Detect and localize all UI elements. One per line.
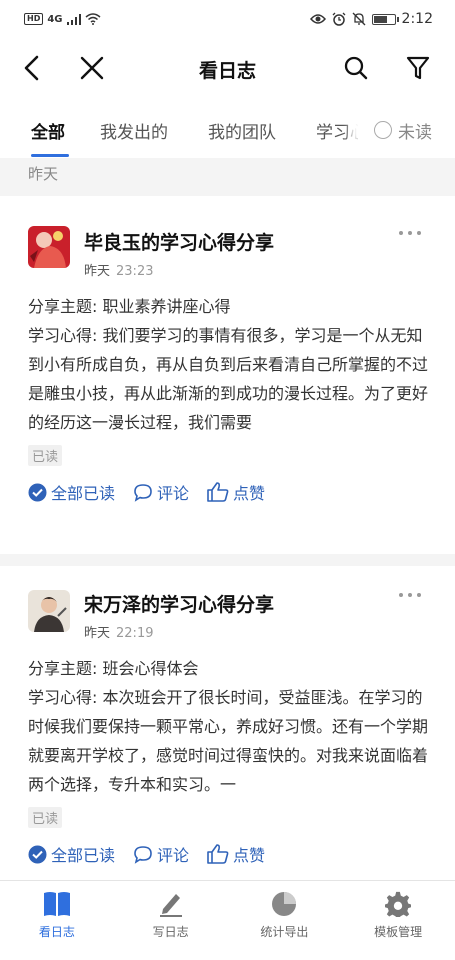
gear-icon [385, 891, 412, 917]
topic-value: 职业素养讲座心得 [102, 297, 231, 316]
thumbs-up-icon [207, 482, 229, 502]
status-bar-left: HD 4G [24, 13, 101, 25]
nav-view-logs-label: 看日志 [38, 925, 75, 939]
chevron-left-icon [24, 55, 39, 81]
unread-filter-label: 未读 [398, 122, 432, 143]
clock: 2:12 [401, 11, 433, 27]
eye-icon [309, 14, 326, 24]
post-topic: 分享主题: 职业素养讲座心得 [28, 292, 428, 321]
pencil-icon [159, 894, 182, 917]
check-circle-icon [28, 483, 47, 501]
all-read-label: 全部已读 [51, 846, 116, 865]
post-body[interactable]: 分享主题: 职业素养讲座心得 学习心得: 我们要学习的事情有很多，学习是一个从无… [28, 292, 428, 437]
post-content: 学习心得: 我们要学习的事情有很多，学习是一个从无知到小有所成自负，再从自负到后… [28, 321, 428, 437]
nav-statistics-export[interactable]: 统计导出 [228, 881, 342, 960]
comment-button[interactable]: 评论 [133, 842, 189, 866]
status-bar: HD 4G 2:12 [0, 0, 455, 38]
back-button[interactable] [16, 52, 48, 84]
like-label: 点赞 [233, 484, 266, 503]
post-day: 昨天 [84, 626, 111, 641]
topic-value: 班会心得体会 [102, 659, 199, 678]
tab-all[interactable]: 全部 [31, 118, 65, 143]
signal-icon [66, 13, 81, 25]
topic-label: 分享主题: [28, 659, 98, 678]
comment-label: 评论 [157, 846, 190, 865]
post-topic: 分享主题: 班会心得体会 [28, 654, 428, 683]
comment-label: 评论 [157, 484, 190, 503]
nav-write-log[interactable]: 写日志 [114, 881, 228, 960]
post-clock: 22:19 [116, 626, 154, 641]
hd-indicator: HD [24, 13, 44, 25]
status-bar-right: 2:12 [309, 11, 433, 27]
post-day: 昨天 [84, 264, 111, 279]
title-bar: 看日志 [0, 38, 455, 98]
post-card[interactable]: 毕良玉的学习心得分享 昨天 23:23 分享主题: 职业素养讲座心得 学习心得: … [0, 196, 455, 554]
post-title[interactable]: 宋万泽的学习心得分享 [84, 590, 274, 617]
avatar[interactable] [28, 590, 70, 632]
card-divider [0, 554, 455, 566]
comment-button[interactable]: 评论 [133, 480, 189, 504]
nav-template-management[interactable]: 模板管理 [341, 881, 455, 960]
search-button[interactable] [340, 52, 372, 84]
wifi-icon [85, 13, 101, 25]
avatar[interactable] [28, 226, 70, 268]
comment-icon [134, 845, 152, 864]
content-label: 学习心得: [28, 688, 98, 707]
check-circle-icon [28, 845, 47, 863]
post-body[interactable]: 分享主题: 班会心得体会 学习心得: 本次班会开了很长时间，受益匪浅。在学习的时… [28, 654, 428, 799]
close-button[interactable] [76, 52, 108, 84]
all-read-button[interactable]: 全部已读 [28, 480, 115, 504]
radio-icon [374, 121, 392, 139]
search-icon [344, 56, 368, 80]
tab-sent-by-me[interactable]: 我发出的 [100, 118, 168, 143]
post-clock: 23:23 [116, 264, 154, 279]
tab-bar: 全部 我发出的 我的团队 学习心 未读 [0, 98, 455, 158]
topic-label: 分享主题: [28, 297, 98, 316]
mute-icon [352, 12, 366, 26]
like-button[interactable]: 点赞 [207, 480, 265, 504]
bottom-nav: 看日志 写日志 统计导出 模板管理 [0, 880, 455, 960]
close-icon [80, 56, 104, 80]
post-card[interactable]: 宋万泽的学习心得分享 昨天 22:19 分享主题: 班会心得体会 学习心得: 本次… [0, 566, 455, 880]
post-content: 学习心得: 本次班会开了很长时间，受益匪浅。在学习的时候我们要保持一颗平常心，养… [28, 683, 428, 799]
filter-icon [406, 56, 430, 80]
nav-write-log-label: 写日志 [152, 925, 189, 939]
active-tab-indicator [31, 154, 69, 157]
post-actions: 全部已读 评论 点赞 [28, 842, 283, 866]
more-icon [399, 231, 421, 235]
all-read-label: 全部已读 [51, 484, 116, 503]
more-icon [399, 593, 421, 597]
thumbs-up-icon [207, 844, 229, 864]
post-time: 昨天 23:23 [84, 260, 153, 279]
date-separator-label: 昨天 [28, 165, 59, 183]
page-title: 看日志 [198, 60, 256, 82]
nav-view-logs[interactable]: 看日志 [0, 881, 114, 960]
content-label: 学习心得: [28, 326, 98, 345]
nav-template-management-label: 模板管理 [374, 925, 423, 939]
date-separator: 昨天 [0, 158, 455, 196]
post-actions: 全部已读 评论 点赞 [28, 480, 283, 504]
post-title[interactable]: 毕良玉的学习心得分享 [84, 228, 274, 255]
comment-icon [134, 483, 152, 502]
nav-statistics-export-label: 统计导出 [260, 925, 309, 939]
read-status-badge: 已读 [28, 445, 63, 466]
all-read-button[interactable]: 全部已读 [28, 842, 115, 866]
alarm-icon [332, 12, 346, 26]
pie-chart-icon [272, 892, 297, 916]
more-options-button[interactable] [398, 582, 422, 603]
like-label: 点赞 [233, 846, 266, 865]
like-button[interactable]: 点赞 [207, 842, 265, 866]
filter-button[interactable] [402, 52, 434, 84]
unread-filter-toggle[interactable]: 未读 [358, 118, 455, 143]
more-options-button[interactable] [398, 220, 422, 241]
read-status-badge: 已读 [28, 807, 63, 828]
book-icon [43, 892, 70, 916]
network-type: 4G [47, 13, 63, 25]
post-time: 昨天 22:19 [84, 622, 153, 641]
battery-icon [371, 13, 399, 25]
tab-my-team[interactable]: 我的团队 [208, 118, 276, 143]
